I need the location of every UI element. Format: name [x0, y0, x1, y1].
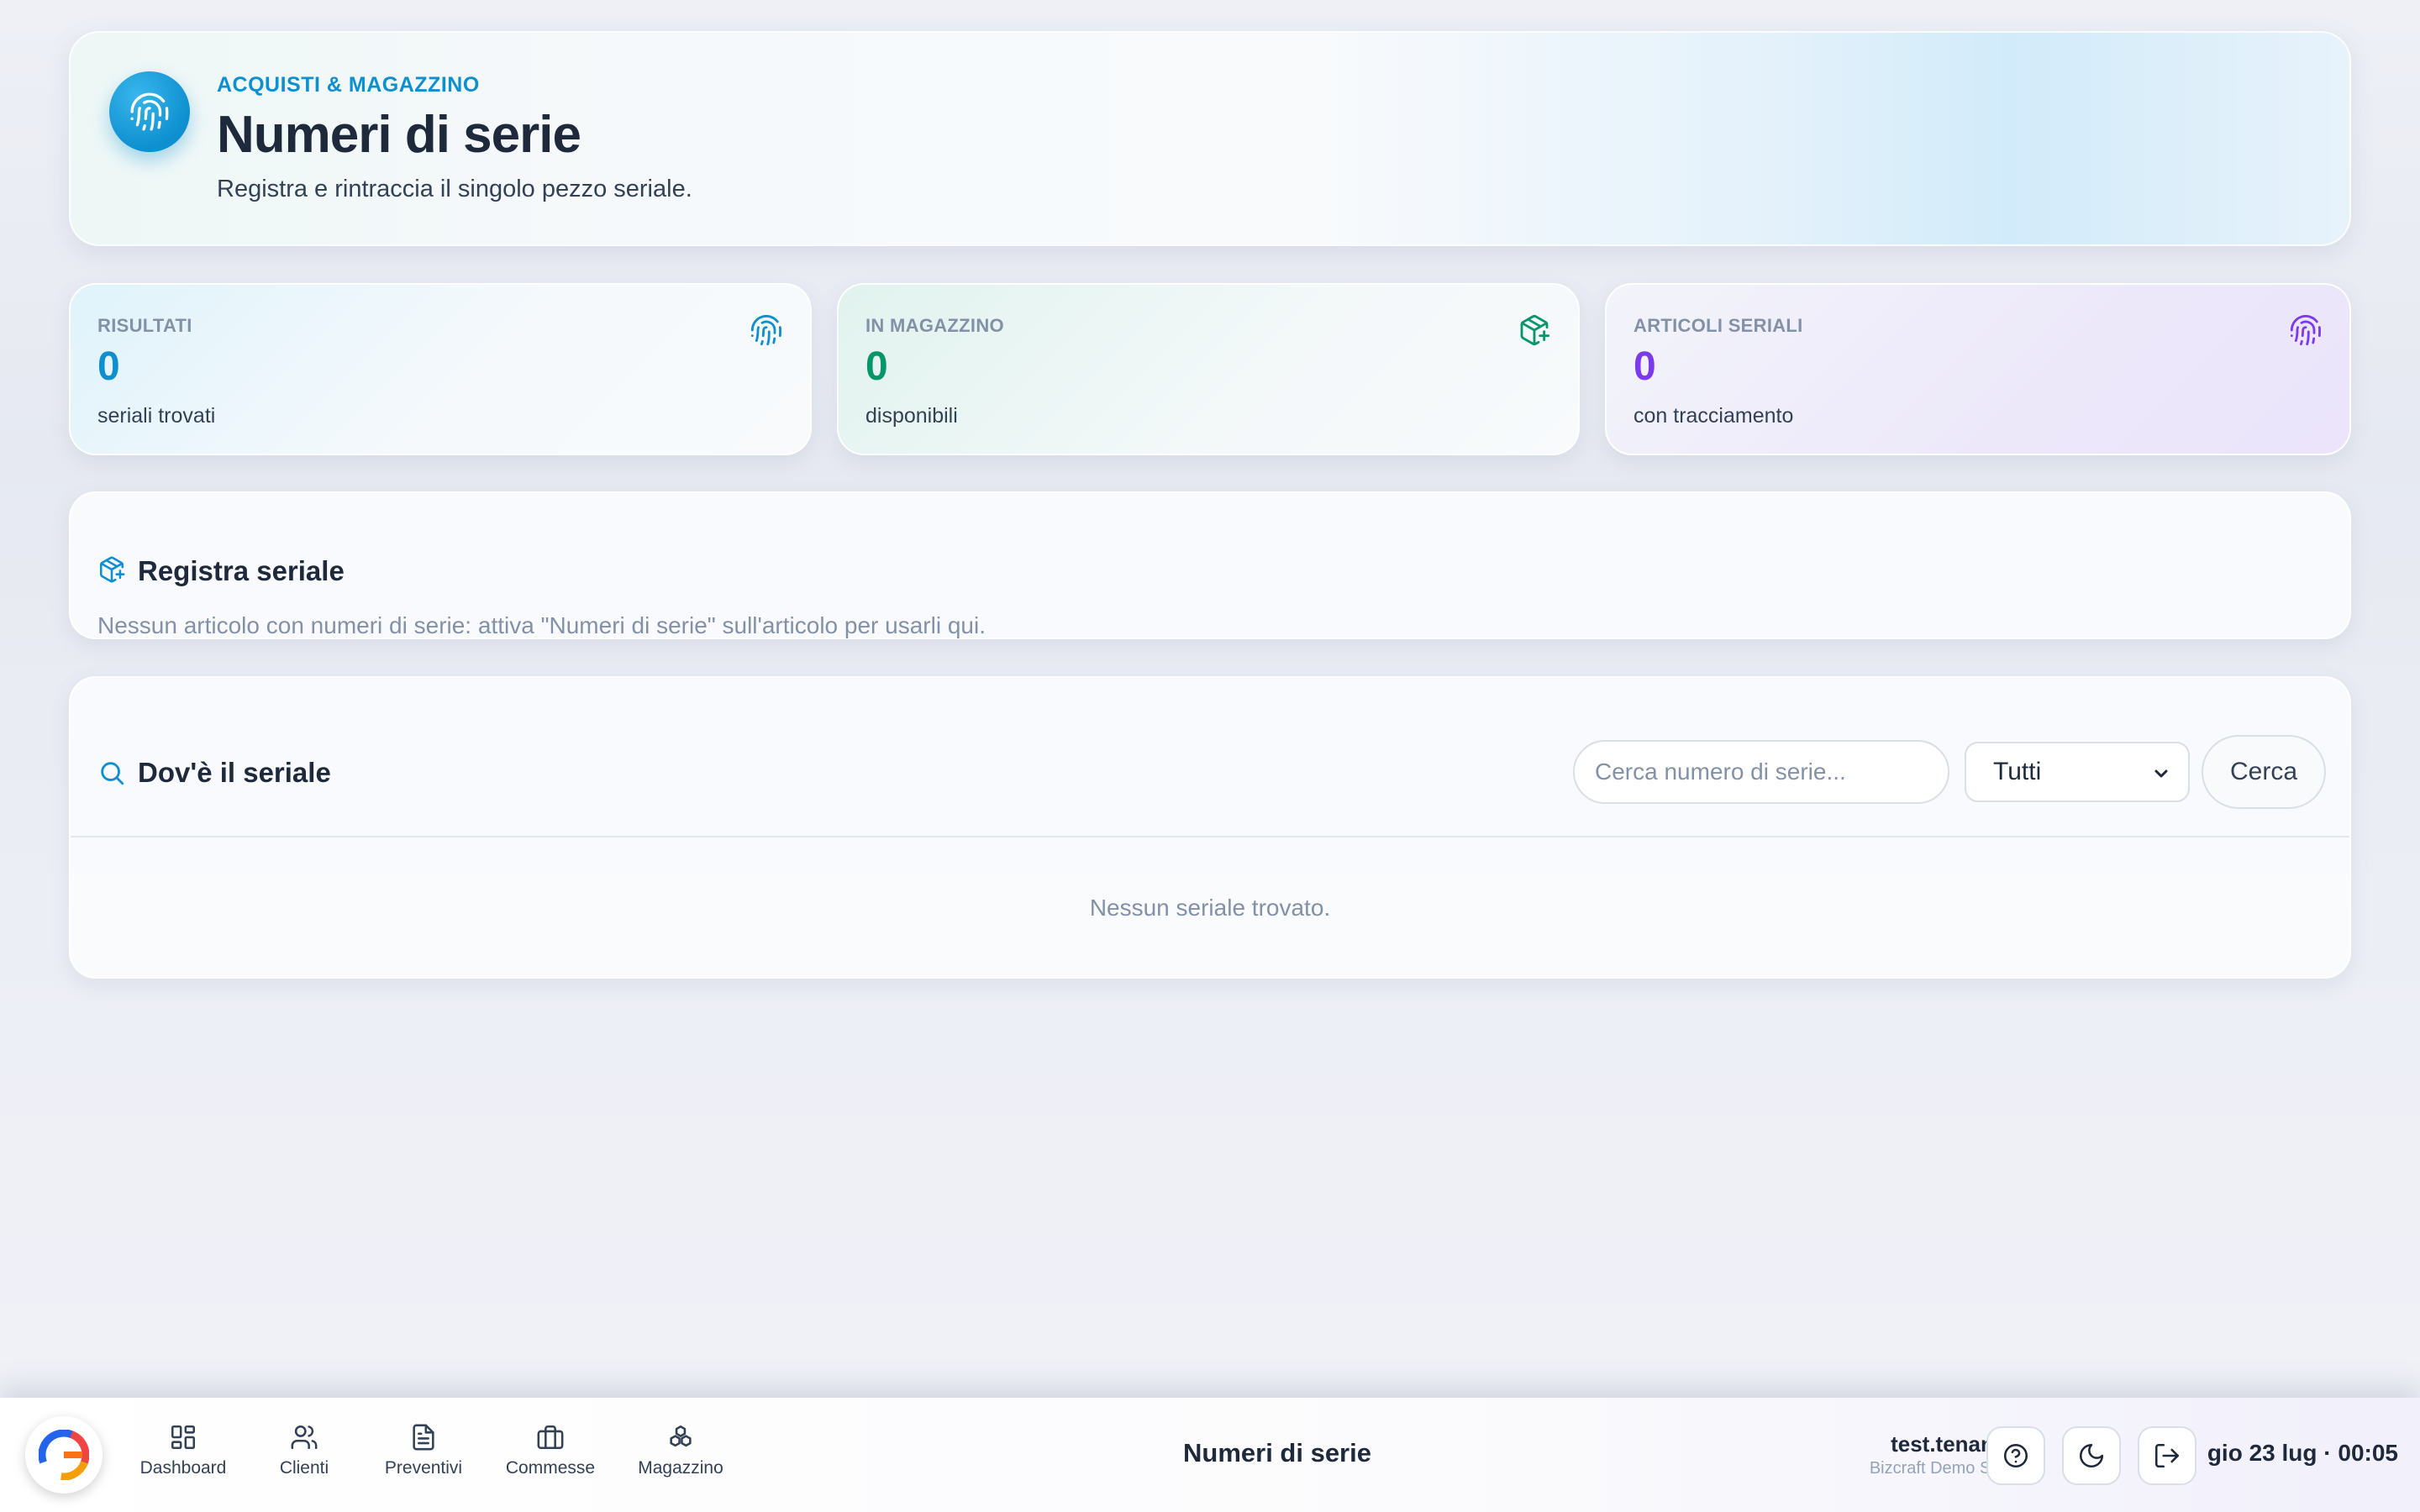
panel-title: Dov'è il seriale [138, 757, 331, 788]
nav-item-preventivi[interactable]: Preventivi [365, 1423, 482, 1478]
stat-card-articoli-seriali: ARTICOLI SERIALI 0 con tracciamento [1605, 283, 2351, 455]
stat-value: 0 [97, 344, 120, 389]
search-button[interactable]: Cerca [2202, 735, 2326, 809]
stat-label: IN MAGAZZINO [865, 315, 1004, 336]
stat-value: 0 [865, 344, 888, 389]
serial-search-input[interactable] [1573, 740, 1949, 804]
logout-button[interactable] [2138, 1426, 2196, 1485]
nav-item-dashboard[interactable]: Dashboard [124, 1423, 242, 1478]
document-icon [413, 1424, 434, 1451]
stat-card-in-magazzino: IN MAGAZZINO 0 disponibili [837, 283, 1580, 455]
search-icon [101, 762, 124, 785]
briefcase-icon [537, 1425, 564, 1450]
stat-label: RISULTATI [97, 315, 192, 336]
stat-caption: disponibili [865, 404, 958, 428]
panel-title: Registra seriale [138, 555, 345, 586]
page-title: Numeri di serie [217, 106, 581, 164]
nav-label: Preventivi [384, 1458, 463, 1478]
moon-icon [2079, 1443, 2104, 1468]
logout-icon [2154, 1443, 2180, 1468]
page-subtitle: Registra e rintraccia il singolo pezzo s… [217, 176, 692, 202]
nav-item-magazzino[interactable]: Magazzino [622, 1423, 739, 1478]
empty-state-text: Nessun seriale trovato. [1089, 895, 1331, 921]
help-button[interactable] [1986, 1426, 2045, 1485]
users-icon [291, 1425, 318, 1450]
stat-caption: seriali trovati [97, 404, 216, 428]
date-time: gio 23 lug · 00:05 [2207, 1440, 2398, 1466]
stat-card-risultati: RISULTATI 0 seriali trovati [69, 283, 812, 455]
package-plus-icon [1520, 314, 1550, 346]
chevron-down-icon [2154, 769, 2168, 778]
section-eyebrow: ACQUISTI & MAGAZZINO [217, 73, 480, 97]
nav-label: Dashboard [139, 1458, 227, 1478]
stat-label: ARTICOLI SERIALI [1634, 315, 1803, 336]
nav-item-clienti[interactable]: Clienti [245, 1423, 363, 1478]
stat-value: 0 [1634, 344, 1656, 389]
boxes-icon [670, 1425, 692, 1447]
package-icon [99, 556, 125, 583]
status-filter-select[interactable]: Tutti [1965, 742, 2190, 802]
nav-label: Clienti [279, 1458, 329, 1478]
fingerprint-icon [2290, 314, 2321, 346]
panel-note: Nessun articolo con numeri di serie: att… [97, 612, 986, 638]
divider [71, 836, 2349, 837]
bottom-nav-bar: Dashboard Clienti Preventivi Commesse Ma… [0, 1398, 2420, 1512]
register-serial-panel: Registra seriale Nessun articolo con num… [69, 491, 2351, 639]
fingerprint-icon [109, 71, 190, 152]
nav-label: Magazzino [638, 1458, 723, 1478]
page-header: ACQUISTI & MAGAZZINO Numeri di serie Reg… [69, 31, 2351, 246]
grid-icon [171, 1425, 196, 1450]
theme-toggle-button[interactable] [2062, 1426, 2121, 1485]
help-circle-icon [2003, 1443, 2028, 1468]
app-logo[interactable] [25, 1416, 103, 1494]
select-value: Tutti [1993, 758, 2042, 785]
nav-label: Commesse [505, 1458, 596, 1478]
stat-caption: con tracciamento [1634, 404, 1794, 428]
nav-item-commesse[interactable]: Commesse [492, 1423, 609, 1478]
fingerprint-icon [750, 314, 781, 346]
serial-search-panel: Dov'è il seriale Tutti Cerca Nessun seri… [69, 676, 2351, 979]
current-page-title: Numeri di serie [1183, 1438, 1371, 1467]
